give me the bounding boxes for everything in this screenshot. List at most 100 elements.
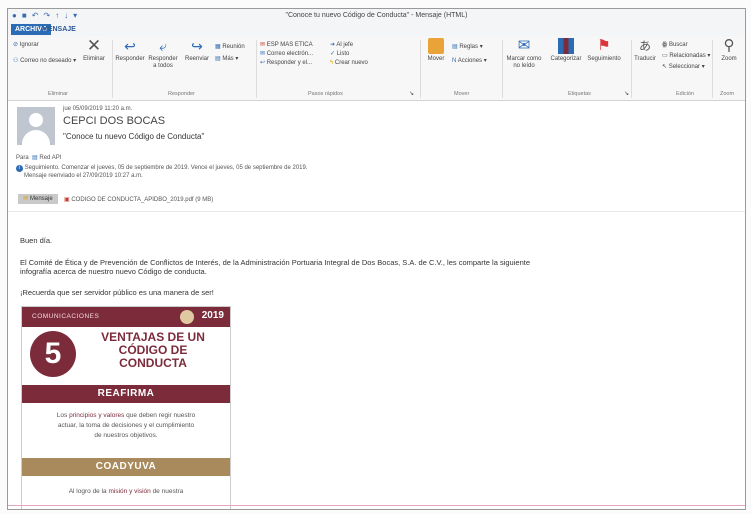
find-button[interactable]: ꙮ Buscar	[662, 42, 688, 49]
avatar-body-shape	[22, 130, 50, 145]
quick-step-correo[interactable]: ✉ Correo electrón...	[260, 51, 313, 58]
message-header: jue 05/09/2019 11:20 a.m. CEPCI DOS BOCA…	[8, 101, 745, 211]
select-button[interactable]: ↖ Seleccionar ▾	[662, 64, 705, 71]
paragraph-line-2: infografía acerca de nuestro nuevo Códig…	[20, 267, 207, 276]
forward-icon: ➜	[330, 42, 336, 48]
actions-button[interactable]: N Acciones ▾	[452, 58, 487, 65]
attachment-bar: ✉ Mensaje ▣ CODIGO DE CONDUCTA_APIDBO_20…	[8, 191, 745, 207]
infographic-header-text: COMUNICACIONES	[32, 313, 100, 320]
delete-button[interactable]: ✕ Eliminar	[80, 36, 108, 63]
sender-avatar	[17, 107, 55, 145]
actions-icon: N	[452, 58, 457, 64]
message-subject: "Conoce tu nuevo Código de Conducta"	[63, 132, 205, 141]
flag-icon: ⚑	[597, 37, 611, 54]
group-label-responder: Responder	[168, 91, 195, 97]
lightning-icon: ϟ	[330, 60, 334, 66]
ignore-icon: ⊘	[13, 42, 19, 48]
envelope-icon: ✉	[23, 196, 29, 202]
tags-launcher-icon[interactable]: ↘	[624, 91, 629, 98]
forwarded-info: Mensaje reenviado el 27/09/2019 10:27 a.…	[24, 173, 143, 179]
attachment-file[interactable]: ▣ CODIGO DE CONDUCTA_APIDBO_2019.pdf (9 …	[64, 196, 213, 203]
pdf-icon: ▣	[64, 197, 70, 203]
meeting-button[interactable]: ▦ Reunión	[215, 44, 245, 51]
to-label: Para	[16, 155, 29, 161]
infographic-year: 2019	[201, 310, 224, 321]
reply-all-icon: ⤶	[159, 38, 167, 54]
paragraph-line-1: El Comité de Ética y de Prevención de Co…	[20, 258, 530, 267]
reply-delete-icon: ↩	[260, 60, 266, 66]
quick-step-al-jefe[interactable]: ➜ Al jefe	[330, 42, 353, 49]
more-icon: ▤	[215, 56, 221, 62]
window-title: "Conoce tu nuevo Código de Conducta" - M…	[285, 12, 468, 19]
meeting-icon: ▦	[215, 44, 221, 50]
categorize-icon	[558, 38, 574, 54]
forward-button[interactable]: ↪ Reenviar	[182, 38, 212, 63]
quick-step-responder[interactable]: ↩ Responder y el...	[260, 60, 312, 67]
ignore-button[interactable]: ⊘ Ignorar	[13, 42, 39, 49]
more-respond-button[interactable]: ▤ Más ▾	[215, 56, 238, 63]
delete-x-icon: ✕	[86, 36, 102, 55]
move-button[interactable]: Mover	[424, 38, 448, 63]
contact-card-icon: ▤	[32, 155, 38, 161]
infographic-title: VENTAJAS DE UN CÓDIGO DE CONDUCTA	[101, 330, 205, 370]
seal-icon	[180, 310, 194, 324]
quick-step-crear-nuevo[interactable]: ϟ Crear nuevo	[330, 60, 368, 67]
folder-move-icon	[428, 38, 444, 54]
coadyuva-text: Al logro de la misión y visión de nuestr…	[68, 488, 184, 495]
group-label-pasos-rapidos: Pasos rápidos	[308, 91, 343, 97]
group-label-zoom: Zoom	[720, 91, 735, 97]
junk-button[interactable]: ⚇ Correo no deseado ▾	[13, 58, 76, 65]
ribbon-separator	[712, 40, 713, 98]
mark-unread-button[interactable]: ✉ Marcar como no leído	[504, 38, 544, 70]
reply-icon: ↩	[124, 38, 136, 54]
sender-name[interactable]: CEPCI DOS BOCAS	[63, 115, 165, 127]
info-icon: i	[16, 165, 23, 172]
translate-button[interactable]: あ Traducir	[632, 38, 658, 63]
title-bar: ● ■ ↶ ↷ ↑ ↓ ▾ "Conoce tu nuevo Código de…	[8, 9, 745, 23]
translate-icon: あ	[638, 39, 651, 53]
junk-icon: ⚇	[13, 58, 19, 64]
reply-button[interactable]: ↩ Responder	[114, 38, 146, 63]
avatar-head-shape	[29, 113, 43, 127]
infographic-image: COMUNICACIONES 2019 5 VENTAJAS DE UN CÓD…	[21, 306, 231, 509]
mail-icon: ✉	[260, 42, 266, 48]
group-label-mover: Mover	[454, 91, 470, 97]
message-date: jue 05/09/2019 11:20 a.m.	[63, 106, 133, 112]
followup-button[interactable]: ⚑ Seguimiento	[586, 38, 622, 63]
message-tab[interactable]: ✉ Mensaje	[18, 194, 58, 204]
ribbon-separator	[112, 40, 113, 98]
band-reafirma: REAFIRMA	[22, 385, 230, 403]
ribbon-separator	[256, 40, 257, 98]
check-icon: ✓	[330, 51, 336, 57]
number-five-circle: 5	[30, 331, 76, 377]
ribbon-separator	[420, 40, 421, 98]
magnifier-icon: ⚲	[723, 37, 735, 54]
categorize-button[interactable]: Categorizar	[548, 38, 584, 63]
followup-info: i Seguimiento. Comenzar el jueves, 05 de…	[16, 165, 308, 172]
bottom-divider	[8, 505, 745, 506]
infographic-header-bar: COMUNICACIONES 2019	[22, 307, 230, 327]
rules-icon: ▤	[452, 44, 458, 50]
zoom-button[interactable]: ⚲ Zoom	[716, 38, 742, 63]
group-label-etiquetas: Etiquetas	[568, 91, 591, 97]
outlook-message-window: ● ■ ↶ ↷ ↑ ↓ ▾ "Conoce tu nuevo Código de…	[7, 8, 746, 510]
related-button[interactable]: ▭ Relacionadas ▾	[662, 53, 710, 60]
mail-icon: ✉	[260, 51, 266, 57]
rules-button[interactable]: ▤ Reglas ▾	[452, 44, 483, 51]
related-icon: ▭	[662, 53, 668, 59]
forward-icon: ↪	[191, 38, 203, 54]
quick-step-listo[interactable]: ✓ Listo	[330, 51, 349, 58]
reply-all-button[interactable]: ⤶ Responder a todos	[147, 38, 179, 70]
to-recipient[interactable]: Red API	[39, 155, 61, 161]
binoculars-icon: ꙮ	[662, 42, 668, 48]
reafirma-text: Los principios y valores que deben regir…	[56, 412, 196, 439]
quick-step-esp-mas-etica[interactable]: ✉ ESP MAS ETICA	[260, 42, 313, 49]
message-body: Buen día. El Comité de Ética y de Preven…	[8, 211, 745, 509]
quick-steps-launcher-icon[interactable]: ↘	[409, 91, 414, 98]
motto: ¡Recuerda que ser servidor público es un…	[20, 288, 214, 297]
ribbon: ⊘ Ignorar ⚇ Correo no deseado ▾ ✕ Elimin…	[8, 36, 745, 101]
band-coadyuva: COADYUVA	[22, 458, 230, 476]
group-label-edicion: Edición	[676, 91, 695, 97]
tab-mensaje[interactable]: MENSAJE	[38, 24, 80, 35]
select-icon: ↖	[662, 64, 668, 70]
